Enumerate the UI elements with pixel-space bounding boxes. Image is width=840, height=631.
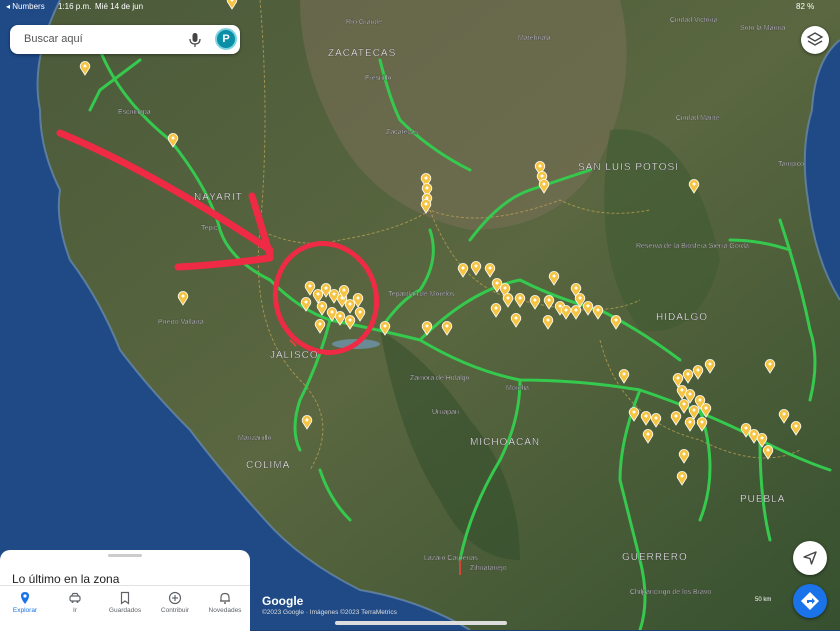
map-label-mat[interactable]: Matehuala: [518, 35, 551, 42]
tab-explore[interactable]: Explorar: [0, 586, 50, 631]
status-time: 1:16 p.m.: [58, 2, 91, 11]
map-label-man[interactable]: Manzanillo: [238, 435, 272, 442]
sheet-title: Lo último en la zona: [12, 572, 119, 586]
map-label-tpm[interactable]: Tepatitlán de Morelos: [388, 291, 455, 298]
tab-bar: Explorar Ir Guardados Contribuir Novedad…: [0, 585, 250, 631]
search-bar[interactable]: Buscar aquí P: [10, 25, 240, 54]
layers-icon: [801, 26, 829, 54]
tab-updates[interactable]: Novedades: [200, 586, 250, 631]
tab-go[interactable]: Ir: [50, 586, 100, 631]
pin-icon: [18, 591, 32, 605]
map-label-rb[interactable]: Reserva de la Biosfera Sierra Gorda: [636, 243, 749, 250]
map-label-uru[interactable]: Uruapan: [432, 409, 459, 416]
bookmark-icon: [118, 591, 132, 605]
map-label-cv[interactable]: Ciudad Victoria: [670, 17, 717, 24]
map-label-chil[interactable]: Chilpancingo de los Bravo: [630, 589, 711, 596]
home-indicator[interactable]: [335, 621, 507, 625]
tab-label: Ir: [50, 607, 100, 614]
sheet-handle[interactable]: [108, 554, 142, 557]
directions-button[interactable]: [793, 584, 827, 618]
tab-label: Explorar: [0, 607, 50, 614]
tab-label: Guardados: [100, 607, 150, 614]
plus-circle-icon: [168, 591, 182, 605]
map-label-pv[interactable]: Puerto Vallarta: [158, 319, 204, 326]
map-label-pue[interactable]: PUEBLA: [740, 494, 785, 505]
tab-saved[interactable]: Guardados: [100, 586, 150, 631]
map-label-jal[interactable]: JALISCO: [270, 350, 319, 361]
map-label-slm[interactable]: Soto la Marina: [740, 25, 785, 32]
tab-label: Novedades: [200, 607, 250, 614]
my-location-button[interactable]: [793, 541, 827, 575]
status-back-app[interactable]: ◂ Numbers: [6, 2, 45, 11]
satellite-map[interactable]: Río Grande ZACATECAS Fresnillo Matehuala Ciu…: [0, 0, 840, 630]
map-label-tam[interactable]: Tampico: [778, 161, 804, 168]
map-label-slp[interactable]: SAN LUIS POTOSÍ: [578, 160, 679, 173]
map-label-fres[interactable]: Fresnillo: [365, 75, 392, 82]
scale-bar: 50 km: [755, 597, 771, 603]
map-label-col[interactable]: COLIMA: [246, 460, 290, 471]
avatar[interactable]: P: [215, 28, 237, 50]
map-label-mich[interactable]: MICHOACÁN: [470, 435, 540, 448]
tab-label: Contribuir: [150, 607, 200, 614]
status-date: Mié 14 de jun: [95, 2, 143, 11]
map-label-tep[interactable]: Tepic: [201, 225, 218, 232]
map-label-hid[interactable]: HIDALGO: [656, 312, 708, 323]
map-label-zih[interactable]: Zihuatanejo: [470, 565, 507, 572]
map-label-zacc[interactable]: Zacatecas: [386, 129, 419, 136]
map-label-gue[interactable]: GUERRERO: [622, 552, 688, 563]
map-label-zam[interactable]: Zamora de Hidalgo: [410, 375, 470, 382]
directions-icon: [793, 584, 827, 618]
navigation-arrow-icon: [793, 541, 827, 575]
map-label-nay[interactable]: NAYARIT: [194, 192, 243, 203]
car-icon: [68, 591, 82, 605]
tab-contribute[interactable]: Contribuir: [150, 586, 200, 631]
map-label-zac[interactable]: ZACATECAS: [328, 48, 396, 59]
status-bar: ◂ Numbers 1:16 p.m. Mié 14 de jun 82 %: [0, 2, 840, 14]
map-copyright[interactable]: ©2023 Google · Imágenes ©2023 TerraMetri…: [262, 609, 397, 616]
map-label-mor[interactable]: Morelia: [506, 385, 529, 392]
map-label-lc[interactable]: Lázaro Cárdenas: [424, 555, 478, 562]
map-label-esc[interactable]: Escuinapa: [118, 109, 151, 116]
microphone-icon[interactable]: [188, 32, 202, 48]
bell-icon: [218, 591, 232, 605]
layers-button[interactable]: [801, 26, 829, 54]
google-logo: Google: [262, 594, 303, 608]
map-label-cm[interactable]: Ciudad Mante: [676, 115, 720, 122]
status-battery: 82 %: [796, 2, 814, 11]
search-placeholder[interactable]: Buscar aquí: [24, 33, 83, 45]
map-label-rg[interactable]: Río Grande: [346, 19, 382, 26]
